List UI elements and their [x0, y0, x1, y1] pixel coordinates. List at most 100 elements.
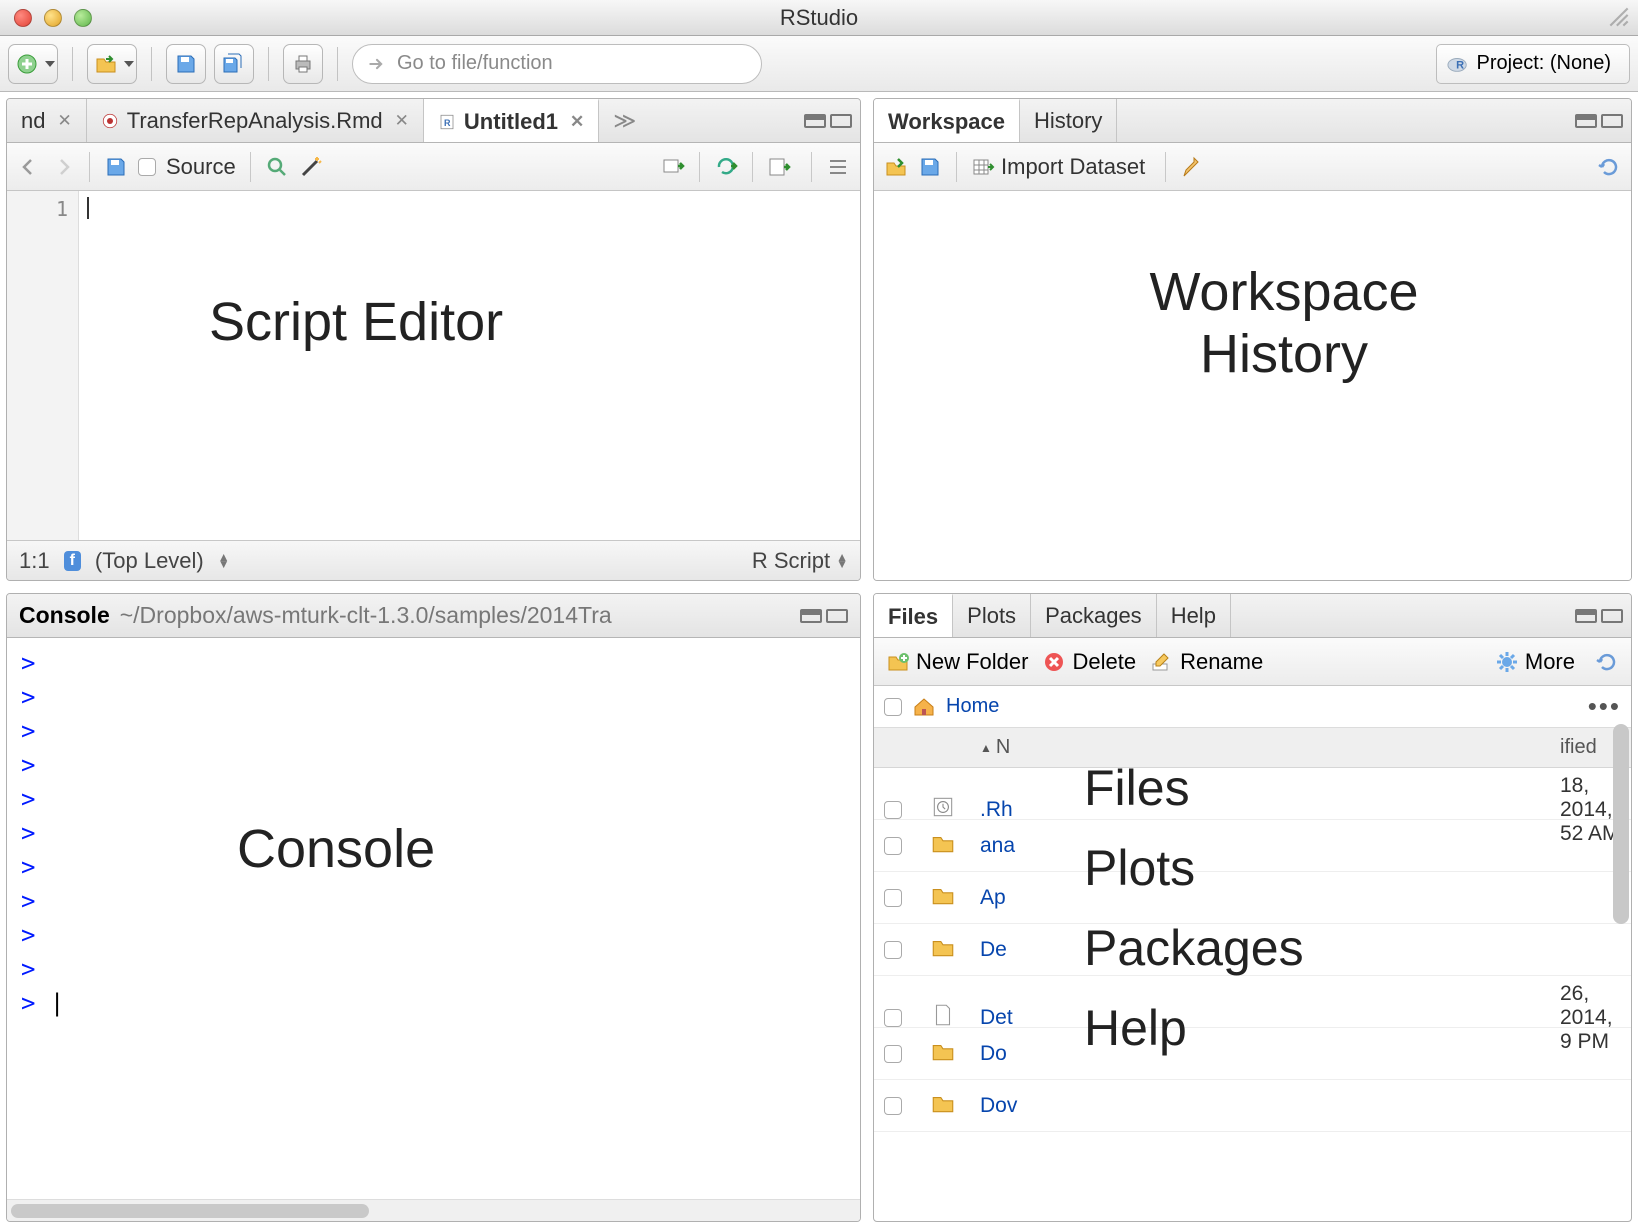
close-icon[interactable]: ✕ [395, 111, 409, 131]
select-all-checkbox[interactable] [884, 698, 902, 716]
refresh-icon[interactable] [1597, 155, 1621, 179]
tab-label: Files [888, 604, 938, 630]
title-bar: RStudio [0, 0, 1638, 36]
back-arrow-icon[interactable] [17, 155, 41, 179]
more-button[interactable]: More [1495, 649, 1581, 675]
vertical-scrollbar[interactable] [1613, 724, 1629, 1213]
import-dataset-button[interactable]: Import Dataset [971, 154, 1151, 180]
load-workspace-icon[interactable] [884, 155, 908, 179]
run-icon[interactable] [661, 155, 685, 179]
window-title: RStudio [0, 5, 1638, 31]
close-window-button[interactable] [14, 9, 32, 27]
forward-arrow-icon[interactable] [51, 155, 75, 179]
minimize-window-button[interactable] [44, 9, 62, 27]
close-icon[interactable]: ✕ [57, 111, 71, 131]
goto-arrow-icon [367, 54, 387, 74]
tab-plots[interactable]: Plots [953, 594, 1031, 637]
tab-history[interactable]: History [1020, 99, 1117, 142]
breadcrumb-overflow[interactable]: ••• [1588, 691, 1621, 722]
files-pane: Files Plots Packages Help New Folder Del… [873, 593, 1632, 1222]
pane-window-controls [1575, 114, 1623, 128]
col-modified[interactable]: ified [1310, 736, 1621, 759]
file-type-icon [930, 1090, 980, 1122]
open-file-button[interactable] [87, 44, 137, 84]
file-type-icon [930, 1002, 980, 1034]
project-menu[interactable]: R Project: (None) [1436, 44, 1631, 84]
type-updown-icon[interactable]: ▲▼ [836, 554, 848, 568]
row-checkbox[interactable] [884, 941, 902, 959]
file-type-icon [930, 794, 980, 826]
code-tools-button[interactable] [299, 155, 329, 179]
editor-tab-untitled[interactable]: R Untitled1 ✕ [424, 98, 599, 142]
row-checkbox[interactable] [884, 801, 902, 819]
tab-files[interactable]: Files [874, 593, 953, 637]
file-type-icon [930, 934, 980, 966]
row-checkbox[interactable] [884, 1045, 902, 1063]
overflow-tabs-button[interactable]: ≫ [599, 99, 650, 142]
goto-file-function-input[interactable]: Go to file/function [352, 44, 762, 84]
line-number: 1 [7, 197, 68, 221]
editor-tab-transfer[interactable]: TransferRepAnalysis.Rmd ✕ [87, 99, 424, 142]
outline-icon[interactable] [826, 155, 850, 179]
col-name[interactable]: N [996, 736, 1010, 759]
minimize-pane-button[interactable] [804, 114, 826, 128]
rename-button[interactable]: Rename [1150, 649, 1263, 675]
source-script-button[interactable] [767, 155, 797, 179]
new-file-button[interactable] [8, 44, 58, 84]
zoom-window-button[interactable] [74, 9, 92, 27]
find-icon[interactable] [265, 155, 289, 179]
home-icon[interactable] [912, 695, 936, 719]
console-header: Console ~/Dropbox/aws-mturk-clt-1.3.0/sa… [7, 594, 860, 638]
source-on-save-checkbox[interactable] [138, 158, 156, 176]
breadcrumb-home[interactable]: Home [946, 695, 999, 718]
row-checkbox[interactable] [884, 889, 902, 907]
rerun-icon[interactable] [714, 155, 738, 179]
maximize-pane-button[interactable] [1601, 609, 1623, 623]
maximize-pane-button[interactable] [830, 114, 852, 128]
console-prompt: > [21, 680, 846, 714]
delete-icon [1042, 650, 1066, 674]
scope-label[interactable]: (Top Level) [95, 548, 204, 574]
maximize-pane-button[interactable] [1601, 114, 1623, 128]
tab-workspace[interactable]: Workspace [874, 98, 1020, 142]
save-workspace-icon[interactable] [918, 155, 942, 179]
save-button[interactable] [166, 44, 206, 84]
workspace-tabstrip: Workspace History [874, 99, 1631, 143]
print-button[interactable] [283, 44, 323, 84]
minimize-pane-button[interactable] [1575, 114, 1597, 128]
folder-plus-icon [886, 650, 910, 674]
row-checkbox[interactable] [884, 1097, 902, 1115]
file-type-icon [930, 882, 980, 914]
tab-help[interactable]: Help [1157, 594, 1231, 637]
minimize-pane-button[interactable] [800, 609, 822, 623]
svg-text:R: R [1456, 59, 1464, 71]
file-type-label[interactable]: R Script [752, 548, 830, 574]
clear-broom-icon[interactable] [1180, 155, 1204, 179]
delete-button[interactable]: Delete [1042, 649, 1136, 675]
scope-updown-icon[interactable]: ▲▼ [218, 554, 230, 568]
refresh-icon[interactable] [1595, 650, 1619, 674]
tab-label: Plots [967, 603, 1016, 629]
main-toolbar: Go to file/function R Project: (None) [0, 36, 1638, 92]
minimize-pane-button[interactable] [1575, 609, 1597, 623]
annotation-label: Console [237, 818, 435, 880]
close-icon[interactable]: ✕ [570, 112, 584, 132]
horizontal-scrollbar[interactable] [7, 1199, 860, 1221]
console-body[interactable]: >>>>>>>>>>> |Console [7, 638, 860, 1199]
row-checkbox[interactable] [884, 1009, 902, 1027]
row-checkbox[interactable] [884, 837, 902, 855]
console-prompt: > | [21, 986, 846, 1020]
file-row[interactable]: Dov [874, 1080, 1631, 1132]
tab-packages[interactable]: Packages [1031, 594, 1157, 637]
save-icon[interactable] [104, 155, 128, 179]
editor-tab-nd[interactable]: nd ✕ [7, 99, 87, 142]
script-editor-pane: nd ✕ TransferRepAnalysis.Rmd ✕ R Untitle… [6, 98, 861, 581]
maximize-pane-button[interactable] [826, 609, 848, 623]
editor-tabstrip: nd ✕ TransferRepAnalysis.Rmd ✕ R Untitle… [7, 99, 860, 143]
new-folder-button[interactable]: New Folder [886, 649, 1028, 675]
save-all-button[interactable] [214, 44, 254, 84]
files-list: .Rh18, 2014, 52 AManaApDeDet26, 2014, 9 … [874, 768, 1631, 1221]
code-editor[interactable]: Script Editor [79, 191, 860, 540]
file-name[interactable]: Dov [980, 1094, 1310, 1118]
files-list-header: ▲N ified [874, 728, 1631, 768]
